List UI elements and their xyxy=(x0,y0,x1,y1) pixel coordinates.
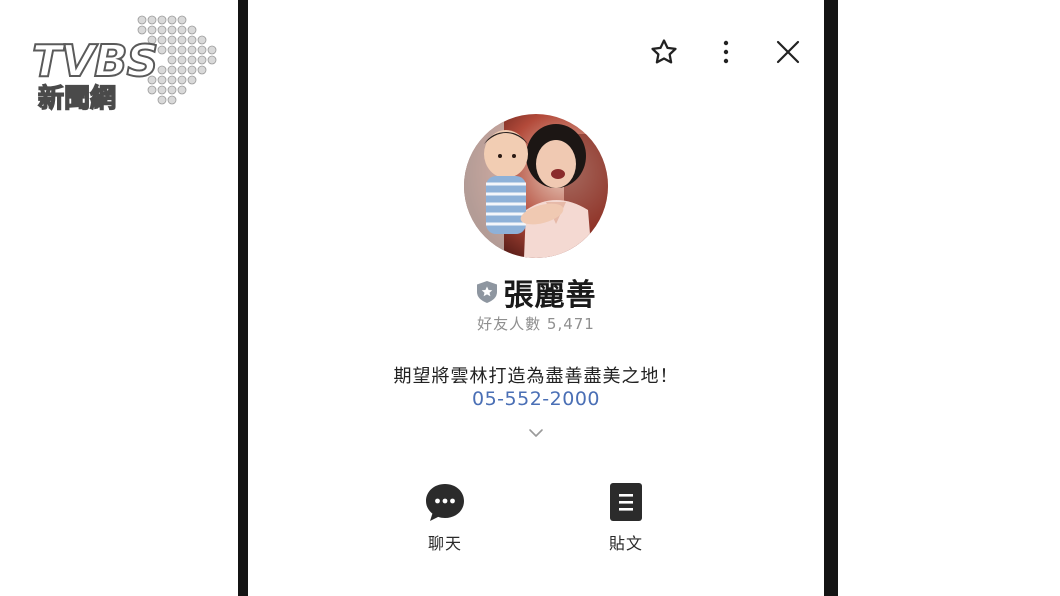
chat-bubble-icon xyxy=(426,484,464,521)
favorite-button[interactable] xyxy=(648,36,680,68)
profile-name: 張麗善 xyxy=(503,278,597,313)
friend-count: 好友人數 5,471 xyxy=(477,315,595,333)
phone-bezel-left xyxy=(238,0,248,596)
status-message: 期望將雲林打造為盡善盡美之地！ xyxy=(393,366,679,387)
top-actions xyxy=(648,36,804,68)
chat-label: 聊天 xyxy=(427,534,462,553)
chat-button[interactable]: 聊天 xyxy=(405,482,485,554)
close-icon xyxy=(776,40,800,64)
close-button[interactable] xyxy=(772,36,804,68)
more-options-button[interactable] xyxy=(710,36,742,68)
avatar-photo xyxy=(464,114,608,258)
shield-badge-icon xyxy=(476,281,497,303)
profile-name-row: 張麗善 xyxy=(248,270,824,314)
more-vert-icon xyxy=(723,40,729,64)
posts-label: 貼文 xyxy=(608,534,643,553)
phone-number-link[interactable]: 05-552-2000 xyxy=(248,388,824,410)
tvbs-wordmark: TVBS xyxy=(31,36,159,87)
posts-button[interactable]: 貼文 xyxy=(586,482,666,554)
line-profile-screen: 張麗善 好友人數 5,471 期望將雲林打造為盡善盡美之地！ 05-552-20… xyxy=(248,0,824,596)
tvbs-logo: TVBS 新聞網 xyxy=(28,14,218,118)
chevron-down-icon[interactable] xyxy=(526,426,546,440)
video-frame: TVBS 新聞網 張麗善 好友人數 5,471 期望將雲林打造為盡善盡美之地！ … xyxy=(0,0,1060,596)
star-icon xyxy=(651,39,677,64)
tvbs-subtitle: 新聞網 xyxy=(37,83,117,114)
profile-avatar[interactable] xyxy=(464,114,608,258)
document-icon xyxy=(610,483,642,521)
phone-bezel-right xyxy=(824,0,838,596)
